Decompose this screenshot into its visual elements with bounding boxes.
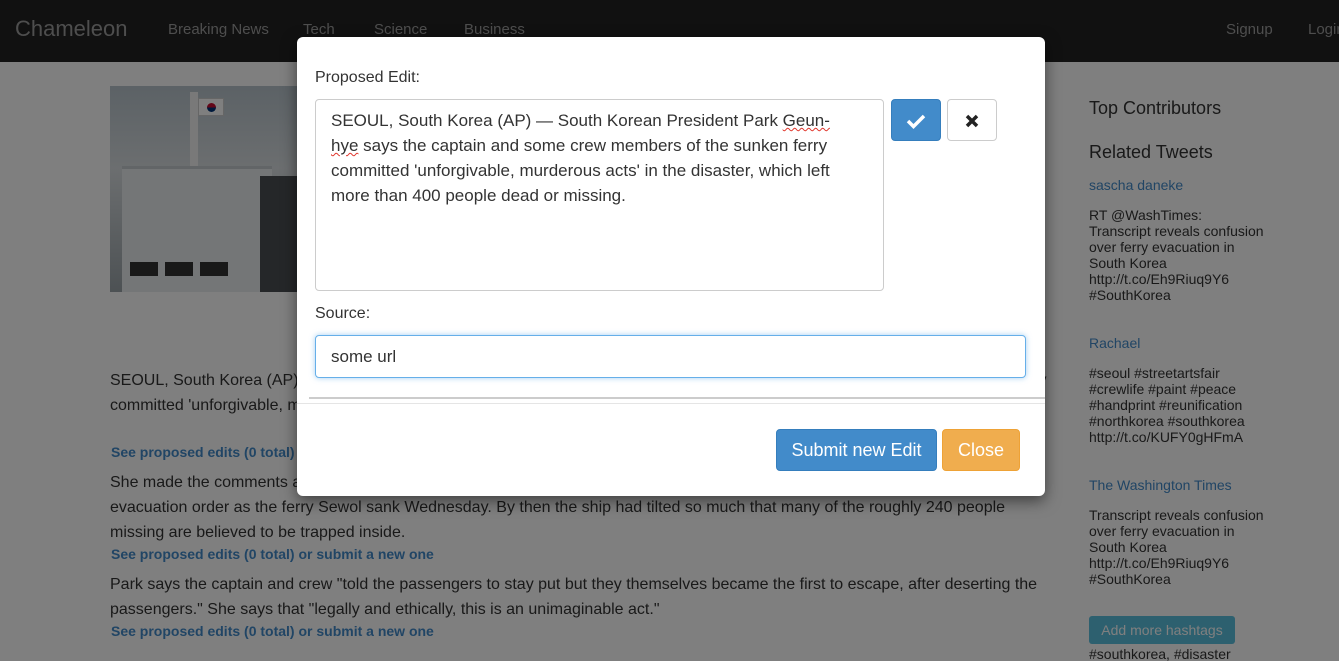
close-icon (965, 114, 979, 128)
checkmark-icon (906, 114, 926, 129)
modal-divider (309, 397, 1045, 399)
proposed-edit-label: Proposed Edit: (315, 69, 420, 86)
edit-modal: Proposed Edit: SEOUL, South Korea (AP) —… (297, 37, 1045, 496)
proposed-edit-textarea[interactable]: SEOUL, South Korea (AP) — South Korean P… (315, 99, 884, 291)
confirm-edit-button[interactable] (891, 99, 941, 141)
source-label: Source: (315, 305, 371, 322)
modal-footer-divider (297, 403, 1045, 404)
cancel-edit-button[interactable] (947, 99, 997, 141)
submit-edit-button[interactable]: Submit new Edit (776, 429, 937, 471)
close-modal-button[interactable]: Close (942, 429, 1020, 471)
source-input[interactable]: some url (315, 335, 1026, 378)
